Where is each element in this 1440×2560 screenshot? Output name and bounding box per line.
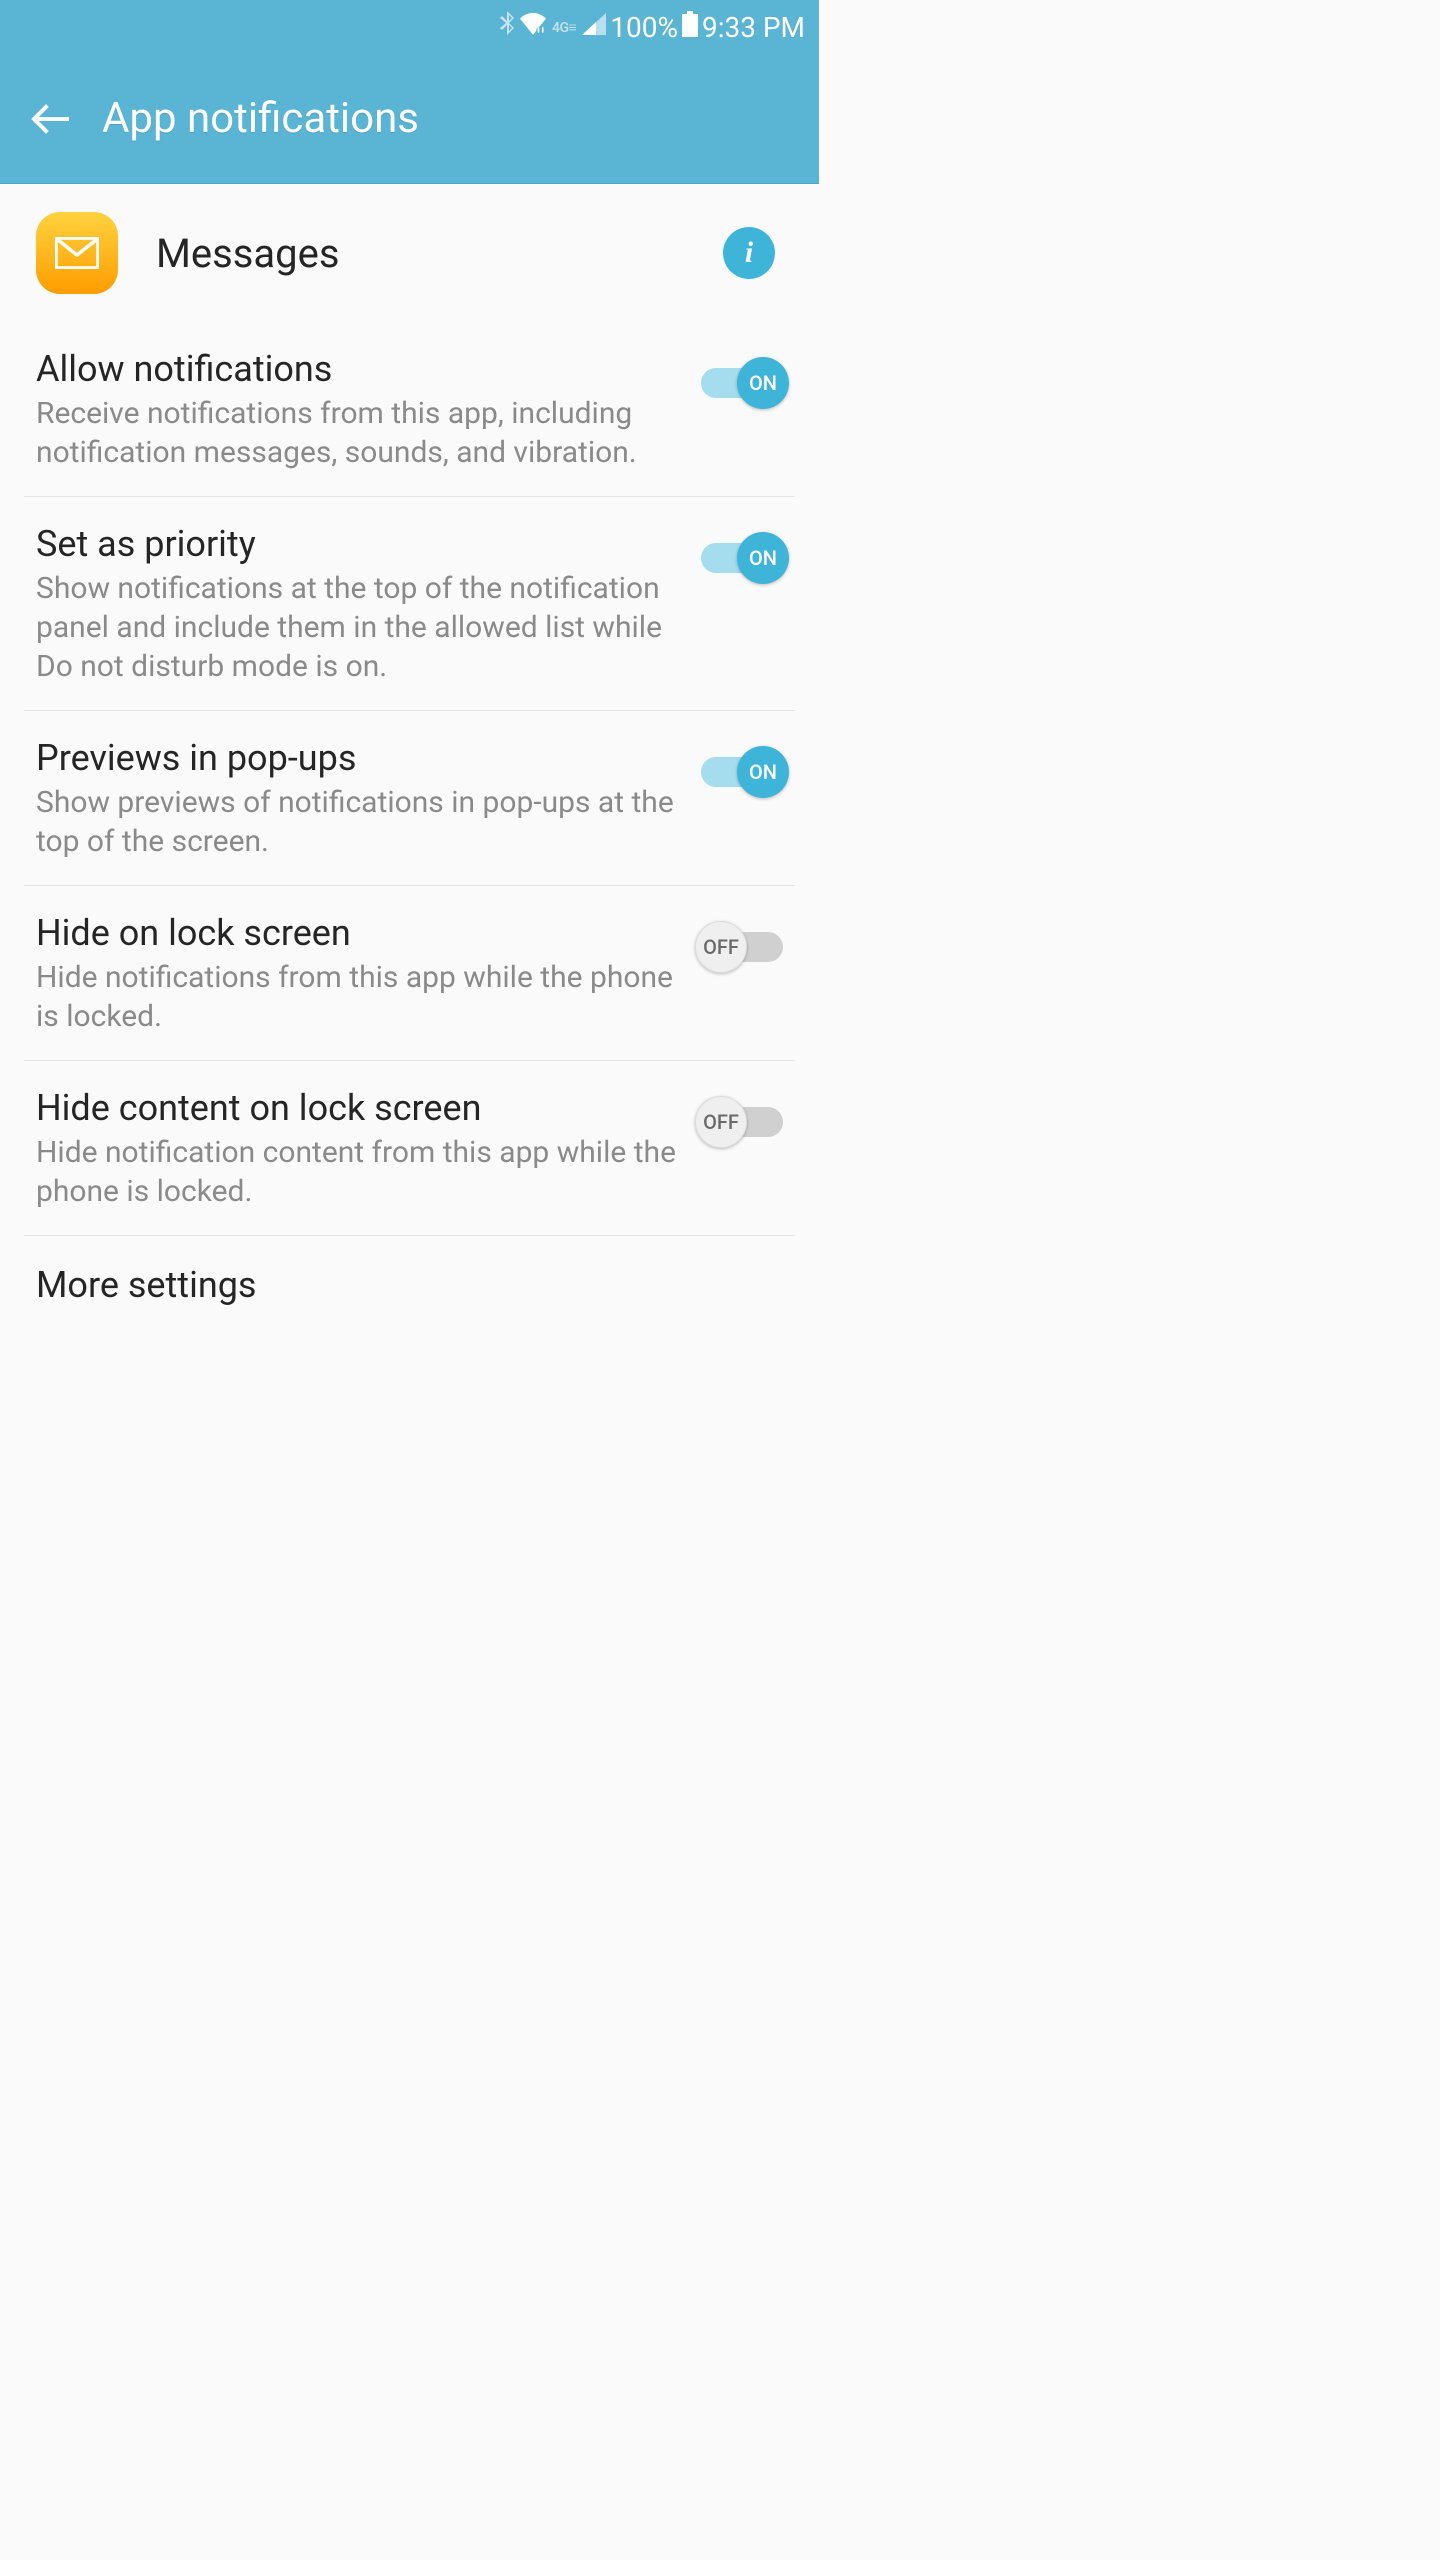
app-header-row: Messages i [0,184,819,322]
setting-hide-content-lock-screen[interactable]: Hide content on lock screen Hide notific… [24,1061,795,1236]
status-icons: 4G≡ 100% 9:33 PM [500,11,805,44]
toggle-previews-popups[interactable]: ON [701,753,783,791]
setting-title: Hide on lock screen [36,912,689,954]
signal-icon [582,13,606,41]
toggle-thumb: OFF [695,921,747,973]
status-bar: 4G≡ 100% 9:33 PM [0,0,819,54]
app-info-button[interactable]: i [723,227,775,279]
app-name-label: Messages [156,230,723,277]
setting-title: Hide content on lock screen [36,1087,689,1129]
toggle-hide-content-lock-screen[interactable]: OFF [701,1103,783,1141]
setting-description: Show notifications at the top of the not… [36,569,689,686]
setting-more-settings[interactable]: More settings [24,1236,795,1316]
battery-icon [682,11,698,43]
network-type-badge: 4G≡ [552,19,576,36]
setting-title: Set as priority [36,523,689,565]
toggle-thumb: OFF [695,1096,747,1148]
back-button[interactable] [30,99,70,139]
clock: 9:33 PM [702,11,805,44]
setting-set-as-priority[interactable]: Set as priority Show notifications at th… [24,497,795,711]
setting-hide-lock-screen[interactable]: Hide on lock screen Hide notifications f… [24,886,795,1061]
toggle-thumb: ON [737,532,789,584]
envelope-icon [55,237,99,269]
info-icon: i [745,236,753,270]
setting-allow-notifications[interactable]: Allow notifications Receive notification… [24,322,795,497]
back-arrow-icon [31,100,69,138]
messages-app-icon [36,212,118,294]
setting-previews-popups[interactable]: Previews in pop-ups Show previews of not… [24,711,795,886]
setting-description: Hide notification content from this app … [36,1133,689,1211]
battery-percent: 100% [610,11,678,44]
setting-title: Previews in pop-ups [36,737,689,779]
toggle-thumb: ON [737,746,789,798]
toggle-thumb: ON [737,357,789,409]
setting-title: Allow notifications [36,348,689,390]
toggle-allow-notifications[interactable]: ON [701,364,783,402]
bluetooth-icon [500,11,516,43]
toggle-set-as-priority[interactable]: ON [701,539,783,577]
setting-description: Show previews of notifications in pop-up… [36,783,689,861]
setting-description: Receive notifications from this app, inc… [36,394,689,472]
setting-description: Hide notifications from this app while t… [36,958,689,1036]
app-bar: App notifications [0,54,819,184]
settings-list: Allow notifications Receive notification… [0,322,819,1316]
more-settings-label: More settings [36,1264,783,1306]
wifi-icon [520,13,546,41]
toggle-hide-lock-screen[interactable]: OFF [701,928,783,966]
page-title: App notifications [102,94,419,143]
